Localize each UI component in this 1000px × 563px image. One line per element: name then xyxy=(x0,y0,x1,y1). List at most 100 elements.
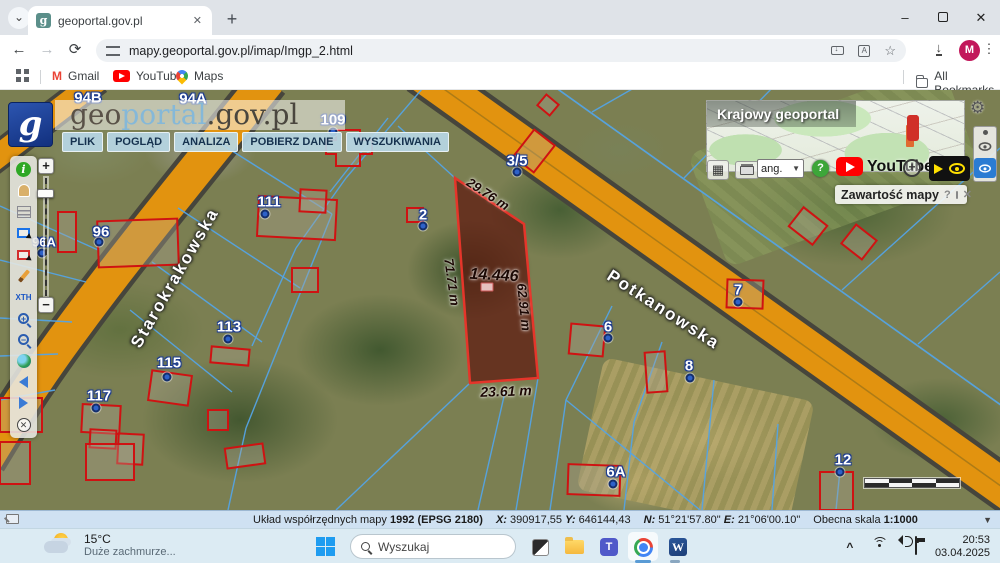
teams-button[interactable]: T xyxy=(597,535,621,559)
system-tray: ^ 20:53 03.04.2025 xyxy=(839,529,1000,563)
downloads-icon[interactable]: ↓ xyxy=(936,42,943,56)
chrome-button[interactable] xyxy=(631,535,655,559)
visibility-toggle-pill[interactable] xyxy=(929,156,970,181)
arrow-icon xyxy=(934,164,943,174)
menu-analiza[interactable]: ANALIZA xyxy=(174,132,238,152)
clear-selection-icon[interactable]: ✕ xyxy=(15,416,32,433)
install-app-icon[interactable] xyxy=(831,46,844,55)
tab-close-icon[interactable]: ✕ xyxy=(191,12,204,29)
zoom-out-tool-icon[interactable]: − xyxy=(15,331,32,348)
forward-button[interactable]: → xyxy=(36,39,58,61)
pan-hand-tool-icon[interactable] xyxy=(15,182,32,199)
wifi-icon[interactable] xyxy=(861,537,883,557)
gmail-icon: M xyxy=(52,69,62,83)
browser-menu-icon[interactable]: ⋮ xyxy=(982,41,996,57)
full-extent-globe-icon[interactable] xyxy=(15,352,32,369)
overview-title: Krajowy geoportal xyxy=(717,106,839,122)
browser-tab[interactable]: g geoportal.gov.pl ✕ xyxy=(28,6,212,35)
panel-close-icon[interactable]: ✕ xyxy=(963,188,972,201)
map-canvas[interactable]: Starokrakowska Potkanowska 29.76 m 71.71… xyxy=(0,90,1000,510)
info-tool-icon[interactable]: i xyxy=(15,161,32,178)
parcel-label: 113 xyxy=(217,319,241,336)
zoom-in-button[interactable]: + xyxy=(38,158,54,174)
help-button[interactable]: ? xyxy=(812,160,829,177)
panel-restore-icon[interactable] xyxy=(956,191,958,199)
volume-icon[interactable] xyxy=(883,537,905,557)
bookmark-youtube[interactable]: YouTube xyxy=(113,69,183,83)
address-bar[interactable]: mapy.geoportal.gov.pl/imap/Imgp_2.html A… xyxy=(96,39,906,62)
dot-icon[interactable] xyxy=(983,130,988,135)
scale-label: Obecna skala xyxy=(813,514,880,526)
menu-plik[interactable]: PLIK xyxy=(62,132,103,152)
parcel-label: 6A xyxy=(606,464,625,481)
previous-view-icon[interactable] xyxy=(15,374,32,391)
task-view-button[interactable] xyxy=(528,535,552,559)
reload-button[interactable]: ⟳ xyxy=(64,39,86,61)
word-button[interactable]: W xyxy=(666,535,690,559)
profile-avatar[interactable]: M xyxy=(959,40,980,61)
map-contents-title: Zawartość mapy xyxy=(841,188,939,202)
battery-icon[interactable] xyxy=(905,537,927,557)
next-view-icon[interactable] xyxy=(15,395,32,412)
taskbar-clock[interactable]: 20:53 03.04.2025 xyxy=(935,534,990,560)
weather-temp: 15°C xyxy=(84,532,176,546)
draw-pencil-tool-icon[interactable] xyxy=(15,267,32,284)
printer-icon xyxy=(740,166,754,175)
gear-icon[interactable]: ⚙ xyxy=(970,98,985,118)
menu-wyszukiwania[interactable]: WYSZUKIWANIA xyxy=(346,132,449,152)
file-explorer-button[interactable] xyxy=(562,535,586,559)
back-button[interactable]: ← xyxy=(8,39,30,61)
address-point xyxy=(224,335,233,344)
parcel-label: 115 xyxy=(157,355,181,372)
panel-help-icon[interactable]: ? xyxy=(944,189,951,201)
bookmark-gmail[interactable]: M Gmail xyxy=(52,69,99,83)
eye-outline-icon[interactable] xyxy=(979,142,992,151)
language-select[interactable]: ang. ▼ xyxy=(757,159,804,178)
active-eye-button[interactable] xyxy=(974,158,996,178)
map-extent-icon[interactable] xyxy=(6,514,19,524)
tab-search-chevron-icon[interactable]: ⌄ xyxy=(8,7,30,29)
tray-chevron-icon[interactable]: ^ xyxy=(839,537,861,557)
address-point xyxy=(92,404,101,413)
window-maximize-button[interactable] xyxy=(924,0,962,35)
layer-visibility-panel xyxy=(973,126,997,182)
n-label: N: xyxy=(644,514,656,526)
print-button[interactable] xyxy=(735,161,759,179)
parcel-label: 7 xyxy=(734,282,742,299)
menu-pobierz-dane[interactable]: POBIERZ DANE xyxy=(242,132,341,152)
taskbar-weather-widget[interactable]: 15°C Duże zachmurze... xyxy=(44,532,176,559)
zoom-slider-handle[interactable] xyxy=(37,189,54,198)
map-tool-palette: i XTH + − ✕ xyxy=(10,156,37,438)
start-button[interactable] xyxy=(316,537,335,556)
bookmark-star-icon[interactable]: ☆ xyxy=(884,43,896,59)
x-label: X: xyxy=(496,514,507,526)
window-close-button[interactable]: ✕ xyxy=(962,0,1000,35)
windows-taskbar: 15°C Duże zachmurze... Wyszukaj T W ^ 20… xyxy=(0,528,1000,563)
deselect-rectangle-tool-icon[interactable] xyxy=(15,246,32,263)
window-minimize-button[interactable]: – xyxy=(886,0,924,35)
browser-toolbar: ← → ⟳ mapy.geoportal.gov.pl/imap/Imgp_2.… xyxy=(0,35,1000,65)
search-icon xyxy=(361,542,370,551)
language-value: ang. xyxy=(761,163,782,175)
apps-grid-icon[interactable] xyxy=(16,69,29,82)
y-label: Y: xyxy=(565,514,575,526)
bookmark-label: Gmail xyxy=(68,69,99,83)
translate-icon[interactable]: A xyxy=(858,45,870,57)
legend-grid-button[interactable]: ▦ xyxy=(707,160,729,180)
identify-table-tool-icon[interactable] xyxy=(15,204,32,221)
url-text[interactable]: mapy.geoportal.gov.pl/imap/Imgp_2.html xyxy=(129,44,831,58)
zoom-out-button[interactable]: − xyxy=(38,297,54,313)
taskbar-search[interactable]: Wyszukaj xyxy=(350,534,516,559)
statusbar-dropdown-icon[interactable]: ▼ xyxy=(983,515,992,525)
xth-tool-button[interactable]: XTH xyxy=(15,289,32,306)
scale-value: 1:1000 xyxy=(884,514,918,526)
site-settings-icon[interactable] xyxy=(106,46,120,56)
bookmark-maps[interactable]: Maps xyxy=(176,69,223,83)
menu-poglad[interactable]: POGLĄD xyxy=(107,132,170,152)
geoportal-logo[interactable]: g xyxy=(8,102,53,147)
select-rectangle-tool-icon[interactable] xyxy=(15,225,32,242)
address-point xyxy=(513,168,522,177)
settings-wheel-icon[interactable]: + xyxy=(903,159,921,177)
new-tab-button[interactable]: + xyxy=(220,8,244,32)
zoom-in-tool-icon[interactable]: + xyxy=(15,310,32,327)
